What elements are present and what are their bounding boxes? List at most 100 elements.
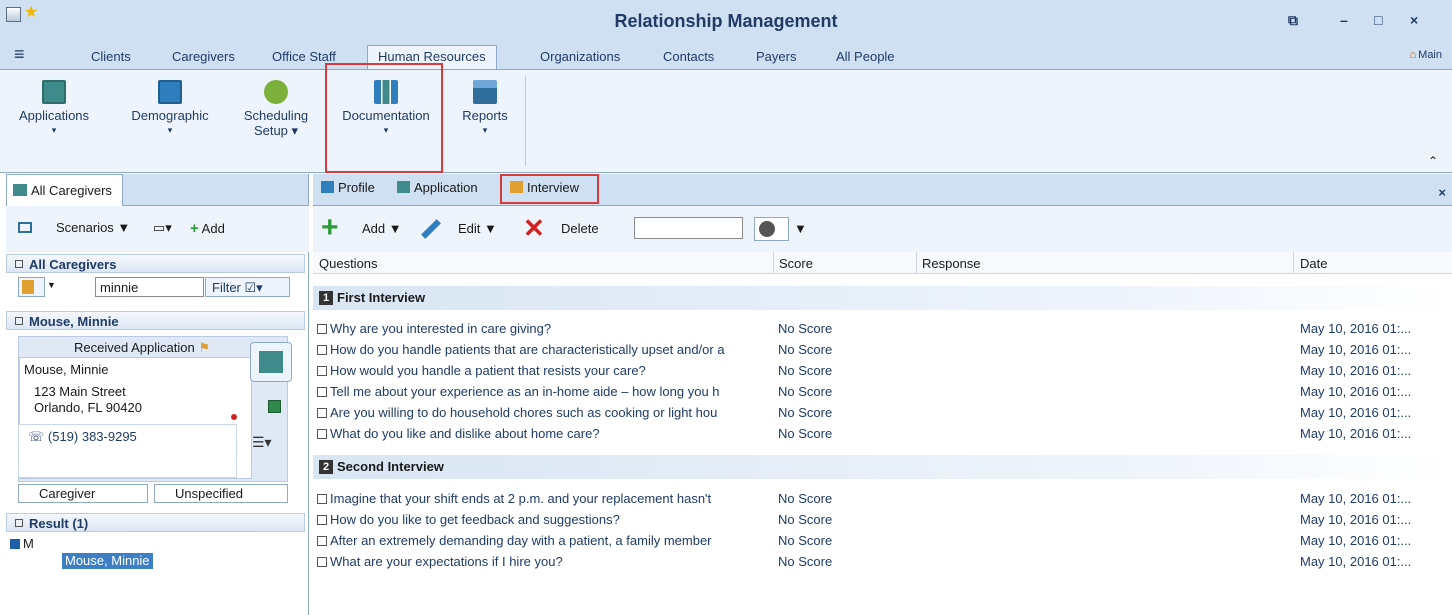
date-cell: May 10, 2016 01:... — [1300, 533, 1412, 548]
plus-icon[interactable]: + — [321, 211, 339, 245]
restore-icon[interactable]: ⧉ — [1288, 12, 1298, 29]
edit-button[interactable]: Edit ▼ — [458, 221, 497, 236]
question-text: How do you handle patients that are char… — [330, 342, 725, 357]
score-cell: No Score — [778, 384, 833, 399]
question-text: How do you like to get feedback and sugg… — [330, 512, 620, 527]
reports-button[interactable]: Reports ▾ — [454, 74, 516, 136]
maximize-button[interactable]: □ — [1374, 12, 1382, 28]
add-button[interactable]: Add ▼ — [362, 221, 402, 236]
applications-button[interactable]: Applications ▾ — [18, 74, 90, 136]
column-response[interactable]: Response — [922, 256, 981, 271]
tab-profile-label: Profile — [338, 180, 375, 195]
unspecified-chip[interactable]: Unspecified — [154, 484, 288, 503]
close-icon[interactable]: × — [1438, 185, 1446, 200]
table-row[interactable]: Imagine that your shift ends at 2 p.m. a… — [313, 491, 1452, 511]
checkbox-icon: ☑ — [244, 280, 257, 295]
title-bar: ★ Relationship Management ⧉ – □ × — [0, 0, 1452, 44]
column-score[interactable]: Score — [779, 256, 813, 271]
table-row[interactable]: How do you like to get feedback and sugg… — [313, 512, 1452, 532]
table-row[interactable]: How do you handle patients that are char… — [313, 342, 1452, 362]
score-cell: No Score — [778, 363, 833, 378]
table-row[interactable]: Why are you interested in care giving? No… — [313, 321, 1452, 341]
group-title: Second Interview — [337, 459, 444, 474]
chevron-down-icon[interactable]: ▼ — [47, 280, 56, 290]
unspecified-chip-label: Unspecified — [175, 486, 243, 501]
tree-root[interactable]: M — [10, 536, 34, 551]
demographic-icon — [158, 80, 182, 104]
question-text: Are you willing to do household chores s… — [330, 405, 718, 420]
question-cell: Tell me about your experience as an in-h… — [317, 384, 777, 399]
date-cell: May 10, 2016 01:... — [1300, 491, 1412, 506]
caregiver-chip[interactable]: Caregiver — [18, 484, 148, 503]
search-input[interactable]: minnie — [95, 277, 204, 297]
section-mouse-minnie[interactable]: Mouse, Minnie — [6, 311, 305, 330]
menu-bar: ≡ Clients Caregivers Office Staff Human … — [0, 44, 1452, 70]
scenarios-dropdown[interactable]: Scenarios ▼ — [56, 220, 130, 235]
list-menu-icon[interactable]: ☰▾ — [252, 434, 272, 451]
column-date[interactable]: Date — [1300, 256, 1327, 271]
question-cell: What are your expectations if I hire you… — [317, 554, 777, 569]
section-result[interactable]: Result (1) — [6, 513, 305, 532]
application-status: Received Application ⚑ — [74, 340, 210, 356]
hamburger-menu-icon[interactable]: ≡ — [14, 44, 25, 65]
scenarios-label: Scenarios — [56, 220, 114, 235]
tree-node-icon — [10, 539, 20, 549]
search-input[interactable] — [634, 217, 743, 239]
tab-all-caregivers[interactable]: All Caregivers — [6, 174, 123, 206]
monitor-icon[interactable] — [18, 222, 32, 233]
phone-number[interactable]: ☏ (519) 383-9295 — [28, 429, 137, 445]
close-button[interactable]: × — [1410, 12, 1418, 28]
caregiver-profile-icon[interactable] — [250, 342, 292, 382]
group-row[interactable]: 1 First Interview — [313, 286, 1452, 310]
table-row[interactable]: Tell me about your experience as an in-h… — [313, 384, 1452, 404]
column-questions[interactable]: Questions — [319, 256, 378, 271]
table-row[interactable]: After an extremely demanding day with a … — [313, 533, 1452, 553]
collapse-ribbon-icon[interactable]: ⌃ — [1428, 154, 1438, 168]
delete-button[interactable]: Delete — [561, 221, 599, 236]
interview-highlight — [500, 174, 599, 204]
menu-tab-all-people[interactable]: All People — [836, 49, 895, 64]
menu-tab-contacts[interactable]: Contacts — [663, 49, 714, 64]
demographic-button[interactable]: Demographic ▾ — [124, 74, 216, 136]
folder-dropdown-icon[interactable]: ▭▾ — [153, 220, 172, 236]
question-cell: Are you willing to do household chores s… — [317, 405, 777, 420]
delete-x-icon[interactable]: ✕ — [523, 213, 545, 244]
table-row[interactable]: Are you willing to do household chores s… — [313, 405, 1452, 425]
question-icon — [317, 408, 327, 418]
chevron-down-icon: ▾ — [287, 123, 299, 138]
table-row[interactable]: How would you handle a patient that resi… — [313, 363, 1452, 383]
menu-tab-organizations[interactable]: Organizations — [540, 49, 620, 64]
question-text: What are your expectations if I hire you… — [330, 554, 563, 569]
table-row[interactable]: What do you like and dislike about home … — [313, 426, 1452, 446]
person-picker-icon[interactable] — [18, 277, 45, 297]
table-row[interactable]: What are your expectations if I hire you… — [313, 554, 1452, 574]
main-link[interactable]: ⌂ Main — [1410, 49, 1443, 61]
settings-button[interactable] — [754, 217, 789, 241]
date-cell: May 10, 2016 01:... — [1300, 512, 1412, 527]
card-street: 123 Main Street — [34, 384, 126, 399]
filter-button[interactable]: Filter ☑▾ — [205, 277, 290, 297]
menu-tab-office-staff[interactable]: Office Staff — [272, 49, 336, 64]
tab-profile[interactable]: Profile — [321, 178, 375, 200]
score-cell: No Score — [778, 405, 833, 420]
question-icon — [317, 345, 327, 355]
question-text: After an extremely demanding day with a … — [330, 533, 712, 548]
group-row[interactable]: 2 Second Interview — [313, 455, 1452, 479]
question-cell: What do you like and dislike about home … — [317, 426, 777, 441]
minimize-button[interactable]: – — [1340, 12, 1348, 28]
ribbon: Applications ▾ Demographic ▾ Scheduling … — [0, 69, 1452, 173]
tree-node-mouse-minnie[interactable]: Mouse, Minnie — [62, 553, 153, 569]
chevron-down-icon[interactable]: ▼ — [794, 221, 807, 236]
tab-application[interactable]: Application — [397, 178, 478, 200]
menu-tab-caregivers[interactable]: Caregivers — [172, 49, 235, 64]
score-cell: No Score — [778, 512, 833, 527]
card-name: Mouse, Minnie — [24, 362, 109, 377]
pencil-icon[interactable] — [421, 219, 441, 239]
scheduling-setup-button[interactable]: Scheduling Setup ▾ — [236, 74, 316, 139]
menu-tab-payers[interactable]: Payers — [756, 49, 796, 64]
menu-tab-clients[interactable]: Clients — [91, 49, 131, 64]
question-icon — [317, 515, 327, 525]
section-all-caregivers[interactable]: All Caregivers — [6, 254, 305, 273]
add-label: Add — [362, 221, 386, 236]
add-caregiver-button[interactable]: + Add — [190, 220, 225, 237]
